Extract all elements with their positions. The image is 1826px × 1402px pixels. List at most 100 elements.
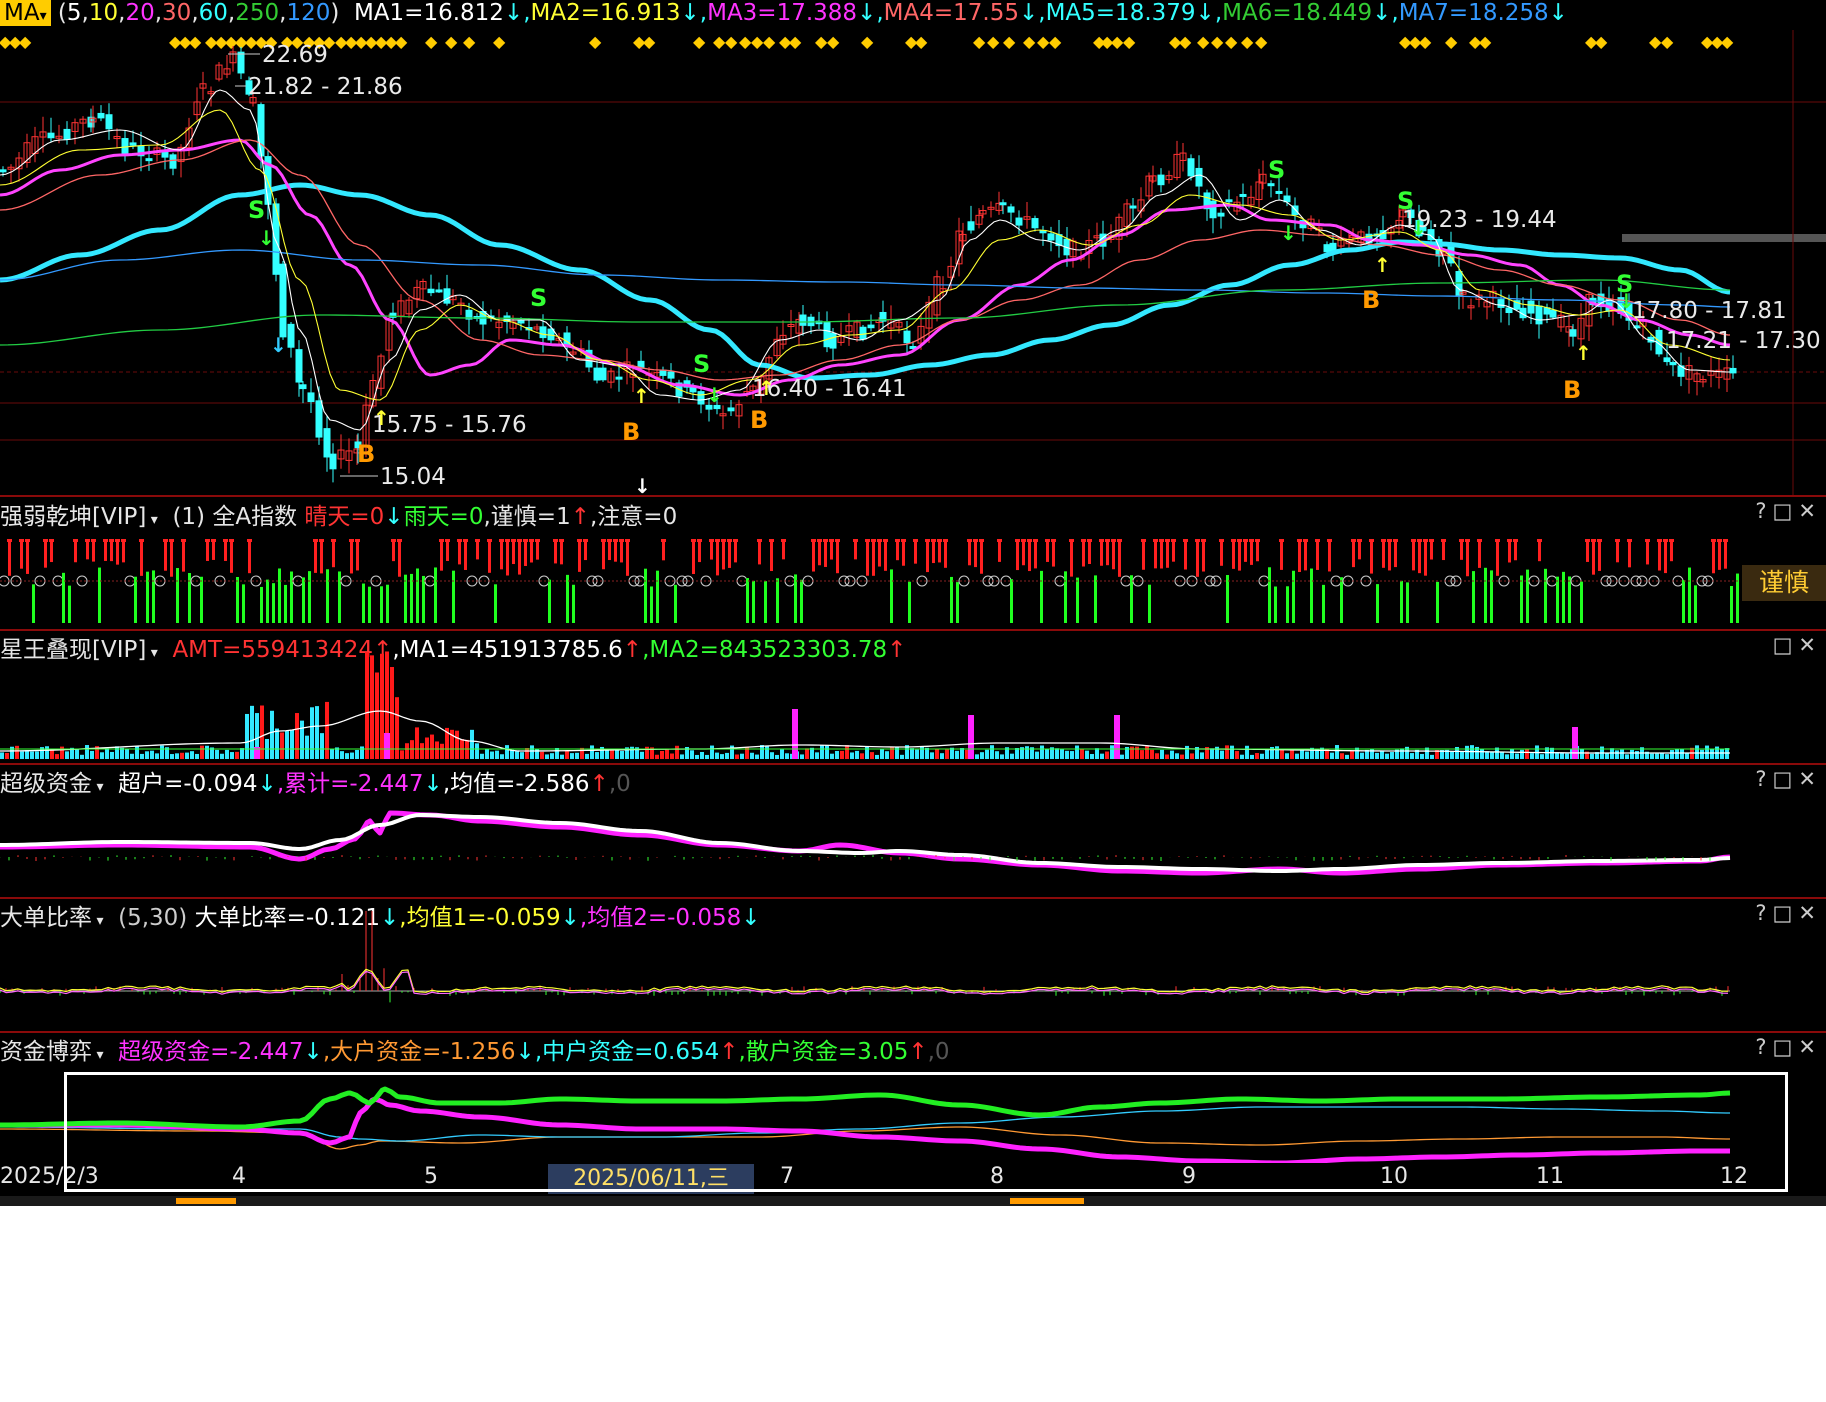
strength-cap <box>727 539 732 542</box>
strength-bar-red <box>50 539 53 563</box>
strength-cap <box>529 539 534 542</box>
candle-body <box>1157 174 1165 186</box>
volume-bar <box>315 706 319 759</box>
candle-body <box>697 391 705 405</box>
signal-diamond: ◆ <box>1003 32 1016 51</box>
strength-cap <box>313 539 318 542</box>
volume-bar <box>1500 751 1504 759</box>
strength-cap <box>1087 539 1092 542</box>
volume-bar <box>1390 752 1394 759</box>
candle-body <box>1047 233 1055 241</box>
strength-bar-red <box>116 539 119 565</box>
strength-bar-red <box>932 539 935 564</box>
strength-bar-red <box>734 539 737 563</box>
volume-panel[interactable]: 星王叠现[VIP] ▾ AMT=559413424↑,MA1=451913785… <box>0 631 1826 763</box>
volume-bar <box>1520 749 1524 759</box>
volume-bar <box>1090 754 1094 759</box>
strength-bar-red <box>830 539 833 560</box>
candle-body <box>823 321 831 348</box>
volume-bar <box>545 754 549 759</box>
volume-bar <box>240 748 244 759</box>
volume-bar <box>530 745 534 759</box>
strength-cap <box>115 539 120 542</box>
strength-bar-red <box>446 539 449 561</box>
volume-bar <box>1420 753 1424 759</box>
candle-body <box>1129 205 1137 209</box>
signal-diamond: ◆ <box>861 32 874 51</box>
volume-bar <box>220 753 224 759</box>
volume-bar <box>135 746 139 759</box>
big-order-panel[interactable]: 大单比率 ▾ (5,30) 大单比率=-0.121↓,均值1=-0.059↓,均… <box>0 899 1826 1031</box>
strength-cap <box>577 539 582 542</box>
strength-cap <box>223 539 228 542</box>
strength-bar-green <box>1568 576 1571 623</box>
strength-bar-red <box>440 539 443 571</box>
signal-diamond: ◆ <box>19 32 32 51</box>
strength-cap <box>505 539 510 542</box>
strength-bar-green <box>1376 584 1379 623</box>
volume-bar <box>1695 745 1699 759</box>
volume-bar <box>130 753 134 759</box>
volume-bar <box>835 750 839 759</box>
strength-cap <box>1657 539 1662 542</box>
strength-bar-red <box>692 539 695 575</box>
candle-body <box>145 158 153 162</box>
volume-bar <box>170 754 174 759</box>
signal-arrow: ↓ <box>258 226 275 250</box>
strength-cap <box>211 539 216 542</box>
volume-bar <box>915 749 919 759</box>
signal-arrow: ↑ <box>1575 341 1592 365</box>
strength-cap <box>1393 539 1398 542</box>
volume-bar <box>375 672 379 759</box>
strength-cap <box>1117 539 1122 542</box>
volume-bar <box>1530 753 1534 759</box>
strength-panel[interactable]: 强弱乾坤[VIP] ▾ (1) 全A指数 晴天=0↓雨天=0,谨慎=1↑,注意=… <box>0 497 1826 629</box>
strength-bar-red <box>998 539 1001 562</box>
volume-bar <box>580 747 584 759</box>
volume-bar <box>1075 745 1079 759</box>
super-fund-panel[interactable]: 超级资金 ▾ 超户=-0.094↓,累计=-2.447↓,均值=-2.586↑,… <box>0 765 1826 897</box>
volume-bar <box>1680 749 1684 759</box>
volume-bar <box>755 754 759 759</box>
signal-diamond: ◆ <box>725 32 738 51</box>
volume-bar <box>1620 749 1624 759</box>
signal-arrow: ↓ <box>1410 216 1427 240</box>
volume-bar <box>640 751 644 759</box>
strength-bar-red <box>320 539 323 574</box>
volume-bar <box>1105 751 1109 759</box>
volume-bar <box>455 730 459 759</box>
volume-bar <box>1665 754 1669 759</box>
strength-bar-red <box>92 539 95 562</box>
strength-bar-red <box>872 539 875 576</box>
volume-bar <box>1330 752 1334 759</box>
volume-bar <box>1095 748 1099 759</box>
volume-bar <box>25 750 29 759</box>
volume-bar <box>980 752 984 759</box>
strength-cap <box>1111 539 1116 542</box>
strength-bar-green <box>368 586 371 623</box>
strength-bar-red <box>140 539 143 576</box>
volume-bar <box>330 748 334 759</box>
strength-bar-red <box>350 539 353 574</box>
strength-bar-red <box>554 539 557 564</box>
strength-bar-red <box>1106 539 1109 566</box>
volume-bar <box>1175 753 1179 759</box>
strength-bar-green <box>386 584 389 623</box>
signal-diamond: ◆ <box>643 32 656 51</box>
strength-bar-red <box>1664 539 1667 574</box>
strength-cap <box>1255 539 1260 542</box>
strength-bar-green <box>1556 576 1559 623</box>
strength-cap <box>1585 539 1590 542</box>
strength-bar-green <box>452 570 455 623</box>
kline-panel[interactable]: MA▾ (5,10,20,30,60,250,120) MA1=16.812↓,… <box>0 0 1826 496</box>
kline-chart[interactable]: ◆◆◆ ◆◆◆ ◆◆◆◆◆◆◆ ◆◆ ◆◆◆ ◆◆◆◆◆◆◆ ◆ ◆ ◆ ◆ ◆ ◆◆ ◆ ◆ ◆ ◆ ◆ ◆ ◆◆… <box>0 0 1826 496</box>
strength-cap <box>835 539 840 542</box>
volume-bar <box>960 748 964 759</box>
strength-cap <box>1279 539 1284 542</box>
volume-bar <box>595 752 599 759</box>
strength-bar-red <box>620 539 623 563</box>
strength-cap <box>43 539 48 542</box>
average-line <box>0 813 1731 873</box>
volume-bar <box>295 713 299 759</box>
candle-body <box>967 221 975 231</box>
